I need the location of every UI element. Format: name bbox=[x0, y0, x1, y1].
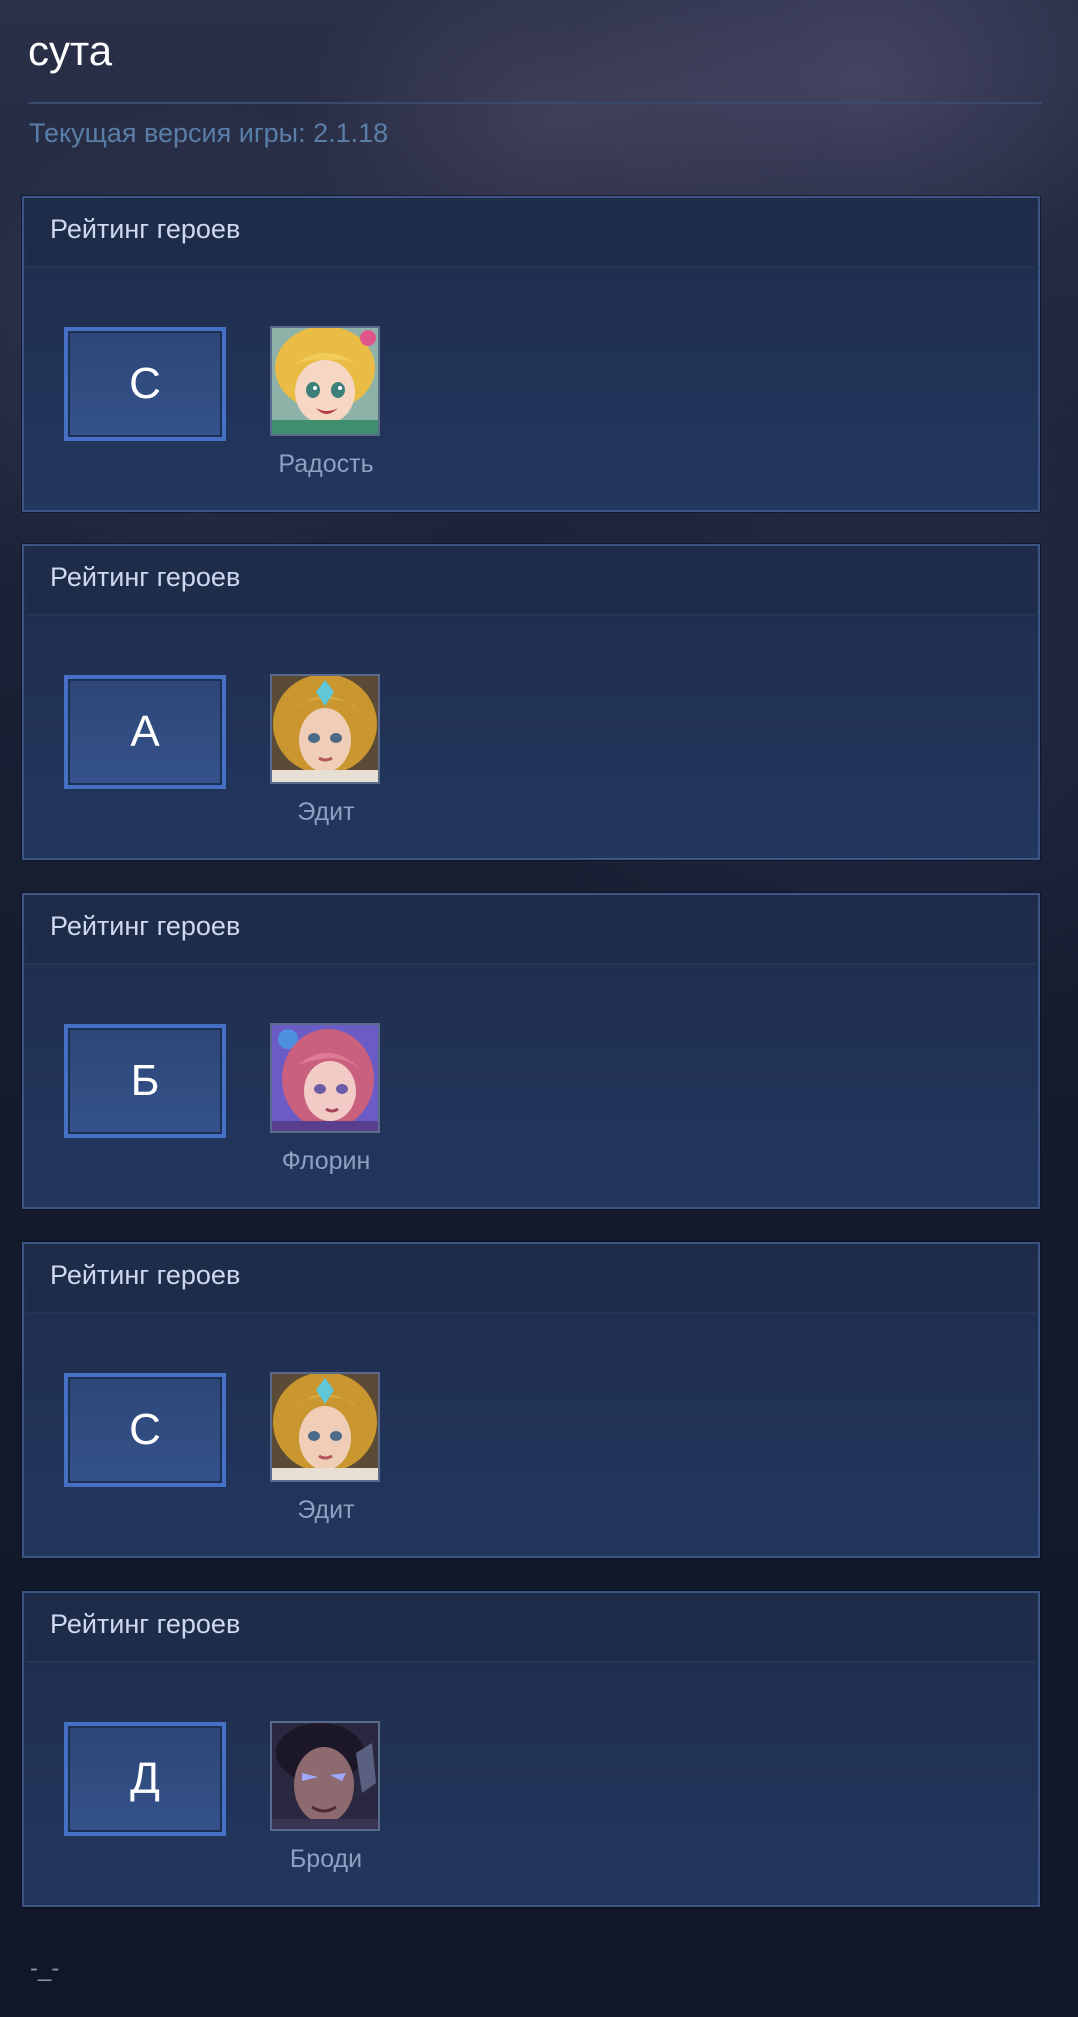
tier-panel: Рейтинг героев А Эдит bbox=[22, 544, 1040, 860]
hero-name: Броди bbox=[289, 1845, 363, 1873]
tier-badge: С bbox=[64, 1373, 226, 1487]
tier-panel: Рейтинг героев Д Броди bbox=[22, 1591, 1040, 1907]
floryn-portrait-icon bbox=[272, 1025, 378, 1131]
hero-card[interactable]: Флорин bbox=[270, 1023, 382, 1176]
edith-portrait-icon bbox=[272, 676, 378, 782]
hero-portrait[interactable] bbox=[270, 1023, 380, 1133]
footer-text: -_- bbox=[30, 1955, 60, 1982]
hero-portrait[interactable] bbox=[270, 1721, 380, 1831]
joy-portrait-icon bbox=[272, 328, 378, 434]
tier-panel: Рейтинг героев Б Флорин bbox=[22, 893, 1040, 1209]
page-header: сута Текущая версия игры: 2.1.18 bbox=[28, 18, 1042, 148]
panel-title: Рейтинг героев bbox=[50, 562, 241, 592]
panel-header: Рейтинг героев bbox=[26, 548, 1036, 616]
tier-badge: А bbox=[64, 675, 226, 789]
header-divider bbox=[28, 102, 1042, 104]
game-version: Текущая версия игры: 2.1.18 bbox=[29, 118, 389, 148]
tier-badge: Б bbox=[64, 1024, 226, 1138]
hero-card[interactable]: Радость bbox=[270, 326, 382, 479]
page-title: сута bbox=[28, 27, 113, 74]
panel-title: Рейтинг героев bbox=[50, 911, 241, 941]
hero-name: Эдит bbox=[297, 798, 355, 826]
panel-title: Рейтинг героев bbox=[50, 1609, 241, 1639]
hero-name: Флорин bbox=[281, 1147, 371, 1175]
hero-portrait[interactable] bbox=[270, 674, 380, 784]
brody-portrait-icon bbox=[272, 1723, 378, 1829]
tier-badge: Д bbox=[64, 1722, 226, 1836]
hero-portrait[interactable] bbox=[270, 1372, 380, 1482]
hero-card[interactable]: Броди bbox=[270, 1721, 382, 1874]
hero-name: Радость bbox=[278, 450, 374, 478]
panel-header: Рейтинг героев bbox=[26, 1246, 1036, 1314]
panel-header: Рейтинг героев bbox=[26, 1595, 1036, 1663]
edith-portrait-icon bbox=[272, 1374, 378, 1480]
panel-header: Рейтинг героев bbox=[26, 200, 1036, 268]
hero-card[interactable]: Эдит bbox=[270, 674, 382, 827]
tier-panel: Рейтинг героев С Радость bbox=[22, 196, 1040, 512]
panel-header: Рейтинг героев bbox=[26, 897, 1036, 965]
panel-title: Рейтинг героев bbox=[50, 1260, 241, 1290]
tier-badge: С bbox=[64, 327, 226, 441]
hero-name: Эдит bbox=[297, 1496, 355, 1524]
panel-title: Рейтинг героев bbox=[50, 214, 241, 244]
tier-panel: Рейтинг героев С Эдит bbox=[22, 1242, 1040, 1558]
hero-card[interactable]: Эдит bbox=[270, 1372, 382, 1525]
hero-portrait[interactable] bbox=[270, 326, 380, 436]
